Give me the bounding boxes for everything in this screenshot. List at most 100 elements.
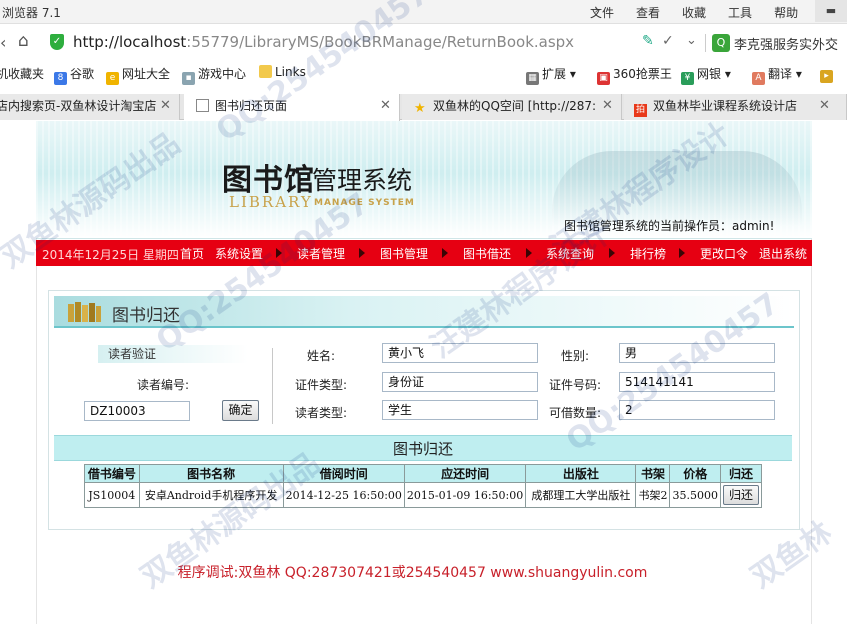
- search-icon[interactable]: Q: [712, 34, 730, 52]
- bookmark-extensions[interactable]: ▦ 扩展 ▾: [526, 65, 576, 85]
- bookmark-google[interactable]: 8 谷歌: [54, 65, 94, 85]
- tab-label: 图书归还页面: [215, 99, 288, 113]
- more-bookmarks-icon[interactable]: ▸: [820, 65, 836, 83]
- tab-label: 店内搜索页-双鱼林设计淘宝店: [0, 99, 157, 113]
- col-due-time: 应还时间: [403, 464, 527, 483]
- bookmark-360[interactable]: ▣ 360抢票王: [597, 65, 672, 85]
- home-icon[interactable]: ⌂: [18, 31, 29, 51]
- borrow-limit-label: 可借数量:: [549, 406, 602, 420]
- dropdown-chevron-icon[interactable]: ⌄: [686, 33, 697, 48]
- nav-arrow-icon: [526, 248, 532, 258]
- address-bar: ‹ ⌂ ✓ http://localhost:55779/LibraryMS/B…: [0, 28, 847, 58]
- col-return: 归还: [719, 464, 763, 483]
- nav-book-manage[interactable]: 图书管理: [380, 245, 428, 262]
- bookmark-sites[interactable]: e 网址大全: [106, 65, 170, 85]
- col-publisher: 出版社: [525, 464, 637, 483]
- folder-icon: [259, 65, 272, 78]
- tab-qq-space[interactable]: ★ 双鱼林的QQ空间 [http://287: ✕: [402, 94, 622, 120]
- col-borrow-no: 借书编号: [84, 464, 140, 483]
- name-field[interactable]: 黄小飞: [382, 343, 538, 363]
- tab-taobao[interactable]: 店内搜索页-双鱼林设计淘宝店 ✕: [0, 94, 180, 120]
- menu-tools[interactable]: 工具: [728, 6, 752, 20]
- back-arrow-icon[interactable]: ‹: [0, 33, 6, 52]
- cell-return: 归还: [719, 482, 763, 508]
- col-book-name: 图书名称: [138, 464, 284, 483]
- bookmark-label: 网址大全: [122, 67, 171, 81]
- main-nav: 2014年12月25日 星期四 首页 系统设置 读者管理 图书管理 图书借还 系…: [36, 240, 812, 266]
- nav-reader-manage[interactable]: 读者管理: [297, 245, 345, 262]
- col-shelf: 书架: [635, 464, 671, 483]
- store-icon: 拍: [634, 104, 647, 117]
- nav-home[interactable]: 首页: [180, 245, 204, 262]
- books-icon: [68, 302, 101, 322]
- return-button[interactable]: 归还: [722, 485, 759, 505]
- yen-icon: ¥: [681, 72, 694, 85]
- nav-arrow-icon: [276, 248, 282, 258]
- reader-no-input[interactable]: DZ10003: [84, 401, 190, 421]
- edit-icon[interactable]: ✎: [642, 33, 654, 49]
- browser-title: 浏览器 7.1: [2, 6, 61, 20]
- bookmark-bank[interactable]: ¥ 网银 ▾: [681, 65, 731, 85]
- translate-icon: A: [752, 72, 765, 85]
- tab-label: 双鱼林毕业课程系统设计店: [653, 99, 798, 113]
- nav-change-password[interactable]: 更改口令: [700, 245, 748, 262]
- close-icon[interactable]: ✕: [819, 94, 830, 118]
- bookmarks-bar: 机收藏夹 8 谷歌 e 网址大全 ▪ 游戏中心 Links ▦ 扩展 ▾ ▣ 360抢票王…: [0, 62, 847, 85]
- cell-borrow-no: JS10004: [84, 482, 140, 508]
- nav-borrow-return[interactable]: 图书借还: [463, 245, 511, 262]
- browser-title-bar: 浏览器 7.1 › 文件 查看 收藏 工具 帮助 ▬: [0, 0, 847, 24]
- search-input[interactable]: 李克强服务实外交: [734, 34, 838, 53]
- bookmark-games[interactable]: ▪ 游戏中心: [182, 65, 246, 85]
- bookmark-label: 翻译: [768, 67, 793, 81]
- tab-return-book[interactable]: 图书归还页面 ✕: [184, 94, 400, 121]
- bookmark-translate[interactable]: A 翻译 ▾: [752, 65, 802, 85]
- nav-ranking[interactable]: 排行榜: [630, 245, 666, 262]
- borrow-limit-field[interactable]: 2: [619, 400, 775, 420]
- tab-strip: 店内搜索页-双鱼林设计淘宝店 ✕ 图书归还页面 ✕ ★ 双鱼林的QQ空间 [htt…: [0, 94, 847, 121]
- current-operator: 图书馆管理系统的当前操作员：admin!: [564, 219, 775, 233]
- url-input[interactable]: http://localhost:55779/LibraryMS/BookBRM…: [73, 33, 574, 51]
- gamepad-icon: ▪: [182, 72, 195, 85]
- nav-system-settings[interactable]: 系统设置: [215, 245, 263, 262]
- confirm-button[interactable]: 确定: [222, 400, 259, 421]
- nav-arrow-icon: [359, 248, 365, 258]
- tab-course-store[interactable]: 拍双鱼林毕业课程系统设计店 ✕: [624, 94, 847, 120]
- nav-arrow-icon: [679, 248, 685, 258]
- borrowed-books-table: 借书编号 图书名称 借阅时间 应还时间 出版社 书架 价格 归还 JS10004…: [84, 464, 763, 508]
- divider: [705, 34, 706, 52]
- close-icon[interactable]: ✕: [602, 94, 613, 118]
- reader-type-field[interactable]: 学生: [382, 400, 538, 420]
- cell-price: 35.5000: [669, 482, 721, 508]
- table-header-row: 借书编号 图书名称 借阅时间 应还时间 出版社 书架 价格 归还: [84, 464, 763, 483]
- nav-system-query[interactable]: 系统查询: [546, 245, 594, 262]
- bookmark-links[interactable]: Links: [259, 65, 306, 79]
- google-icon: 8: [54, 72, 67, 85]
- footer-text: 程序调试:双鱼林 QQ:287307421或254540457 www.shua…: [177, 565, 648, 581]
- close-icon[interactable]: ✕: [160, 94, 171, 118]
- gender-field[interactable]: 男: [619, 343, 775, 363]
- window-control-icon[interactable]: ▬: [815, 0, 847, 22]
- menu-favorites[interactable]: 收藏: [682, 6, 706, 20]
- close-icon[interactable]: ✕: [380, 94, 391, 118]
- divider: [272, 348, 273, 424]
- ticket-icon: ▣: [597, 72, 610, 85]
- panel-title-bar: 图书归还: [54, 296, 794, 328]
- city-skyline-image: [552, 151, 802, 226]
- page-icon: [196, 99, 209, 112]
- reader-no-label: 读者编号:: [137, 378, 190, 392]
- bookmark-label: 360抢票王: [613, 67, 672, 81]
- bookmark-favorites[interactable]: 机收藏夹: [0, 65, 44, 82]
- check-icon[interactable]: ✓: [662, 33, 674, 49]
- bookmark-label: 游戏中心: [198, 67, 247, 81]
- id-number-label: 证件号码:: [549, 378, 602, 392]
- gender-label: 性别:: [561, 349, 590, 363]
- id-type-field[interactable]: 身份证: [382, 372, 538, 392]
- menu-help[interactable]: 帮助: [774, 6, 798, 20]
- id-number-field[interactable]: 514141141: [619, 372, 775, 392]
- cell-due-time: 2015-01-09 16:50:00: [403, 482, 527, 508]
- menu-view[interactable]: 查看: [636, 6, 660, 20]
- menu-file[interactable]: 文件: [590, 6, 614, 20]
- logo-system-title: 管理系统: [312, 166, 413, 195]
- star-icon: ★: [414, 101, 426, 116]
- nav-logout[interactable]: 退出系统: [759, 245, 807, 262]
